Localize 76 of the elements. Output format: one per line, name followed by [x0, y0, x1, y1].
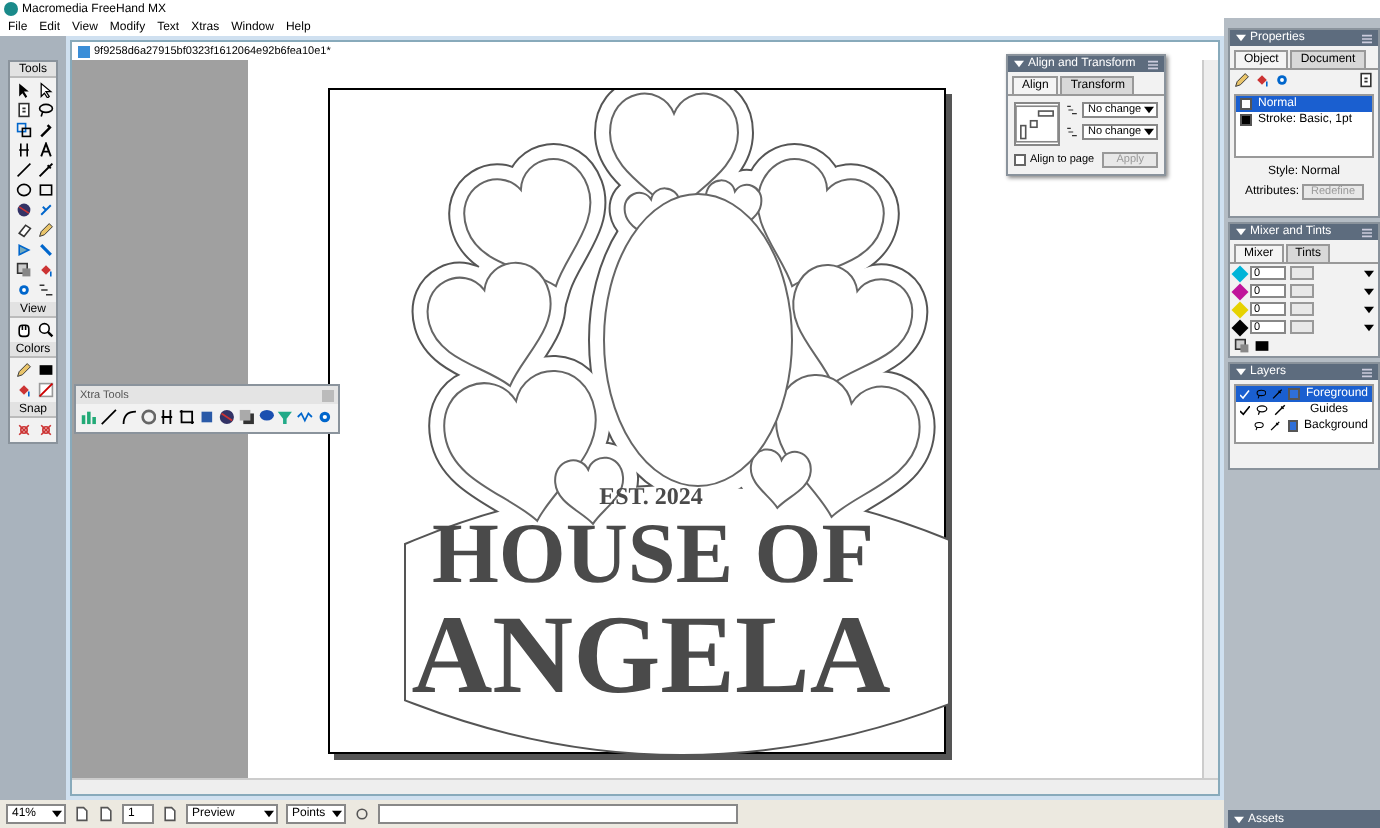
brush-icon[interactable] — [37, 242, 53, 258]
artwork-text: ANGELA — [411, 600, 891, 712]
blend-icon[interactable] — [1234, 338, 1250, 354]
line-icon[interactable] — [15, 162, 31, 178]
scale-icon[interactable] — [15, 122, 31, 138]
trace-icon[interactable] — [1066, 126, 1078, 138]
caret-icon[interactable] — [1144, 128, 1154, 136]
fill-swatch-icon[interactable] — [37, 362, 53, 378]
options-icon[interactable] — [1362, 367, 1372, 377]
bucket-icon[interactable] — [1254, 72, 1270, 88]
arc-icon[interactable] — [119, 408, 138, 426]
cube-icon[interactable] — [198, 408, 216, 426]
artwork-text: HOUSE OF — [431, 512, 874, 598]
caret-icon[interactable] — [332, 810, 342, 818]
pencil-icon[interactable] — [1234, 72, 1250, 88]
subselect-icon[interactable] — [37, 82, 53, 98]
target-icon[interactable] — [15, 282, 31, 298]
caret-icon[interactable] — [264, 810, 274, 818]
ellipse-icon[interactable] — [15, 182, 31, 198]
collapse-icon[interactable] — [1236, 228, 1246, 236]
scrollbar[interactable] — [72, 778, 1218, 794]
spiral-icon[interactable] — [139, 408, 157, 426]
hand-icon[interactable] — [15, 322, 31, 338]
pen-icon[interactable] — [1274, 404, 1286, 416]
pen-icon[interactable] — [1270, 420, 1282, 432]
page-icon[interactable] — [1358, 72, 1374, 88]
bucket-icon[interactable] — [15, 382, 31, 398]
bucket-icon[interactable] — [37, 262, 53, 278]
pencil-icon[interactable] — [15, 362, 31, 378]
fill-swatch-icon[interactable] — [1254, 338, 1270, 354]
options-icon[interactable] — [1148, 59, 1158, 69]
checkbox[interactable] — [1014, 154, 1026, 166]
trace-icon[interactable] — [37, 282, 53, 298]
target-icon[interactable] — [1274, 72, 1290, 88]
options-icon[interactable] — [1362, 33, 1372, 43]
snap-icon[interactable] — [15, 422, 31, 438]
arrow-icon[interactable] — [15, 242, 31, 258]
globe-icon[interactable] — [217, 408, 236, 426]
target-icon[interactable] — [316, 408, 334, 426]
crop-icon[interactable] — [178, 408, 197, 426]
caret-icon[interactable] — [52, 810, 62, 818]
collapse-icon[interactable] — [1234, 815, 1244, 823]
pencil-icon[interactable] — [37, 222, 53, 238]
caret-icon[interactable] — [1144, 106, 1154, 114]
collapse-icon[interactable] — [1236, 34, 1246, 42]
bracket-icon[interactable] — [15, 142, 31, 158]
knife-icon[interactable] — [37, 202, 53, 218]
bubble-icon[interactable] — [257, 408, 275, 426]
app-icon — [4, 2, 18, 16]
no-color-icon[interactable] — [37, 382, 53, 398]
shadow-icon[interactable] — [237, 408, 256, 426]
snap-icon[interactable] — [37, 422, 53, 438]
trace-icon[interactable] — [1066, 104, 1078, 116]
lasso-icon[interactable] — [37, 102, 53, 118]
rectangle-icon[interactable] — [37, 182, 53, 198]
alignment-diagram[interactable] — [1014, 102, 1060, 146]
pointer-icon[interactable] — [15, 82, 31, 98]
scrollbar[interactable] — [1202, 60, 1218, 778]
blend-icon[interactable] — [15, 262, 31, 278]
options-icon[interactable] — [1362, 227, 1372, 237]
status-field[interactable] — [378, 804, 738, 824]
eyedropper-icon[interactable] — [37, 122, 53, 138]
zoom-icon[interactable] — [37, 322, 53, 338]
globe-icon[interactable] — [15, 202, 31, 218]
check-icon[interactable] — [1240, 405, 1250, 415]
line-icon[interactable] — [99, 408, 118, 426]
document-icon — [78, 45, 90, 57]
page-icon[interactable] — [15, 102, 31, 118]
roughen-icon[interactable] — [296, 408, 315, 426]
page-icon[interactable] — [162, 806, 178, 822]
text-tool-icon[interactable] — [37, 142, 53, 158]
circle-icon[interactable] — [354, 806, 370, 822]
eraser-icon[interactable] — [15, 222, 31, 238]
collapse-icon[interactable] — [1236, 368, 1246, 376]
pen-icon[interactable] — [37, 162, 53, 178]
bracket-icon[interactable] — [158, 408, 177, 426]
